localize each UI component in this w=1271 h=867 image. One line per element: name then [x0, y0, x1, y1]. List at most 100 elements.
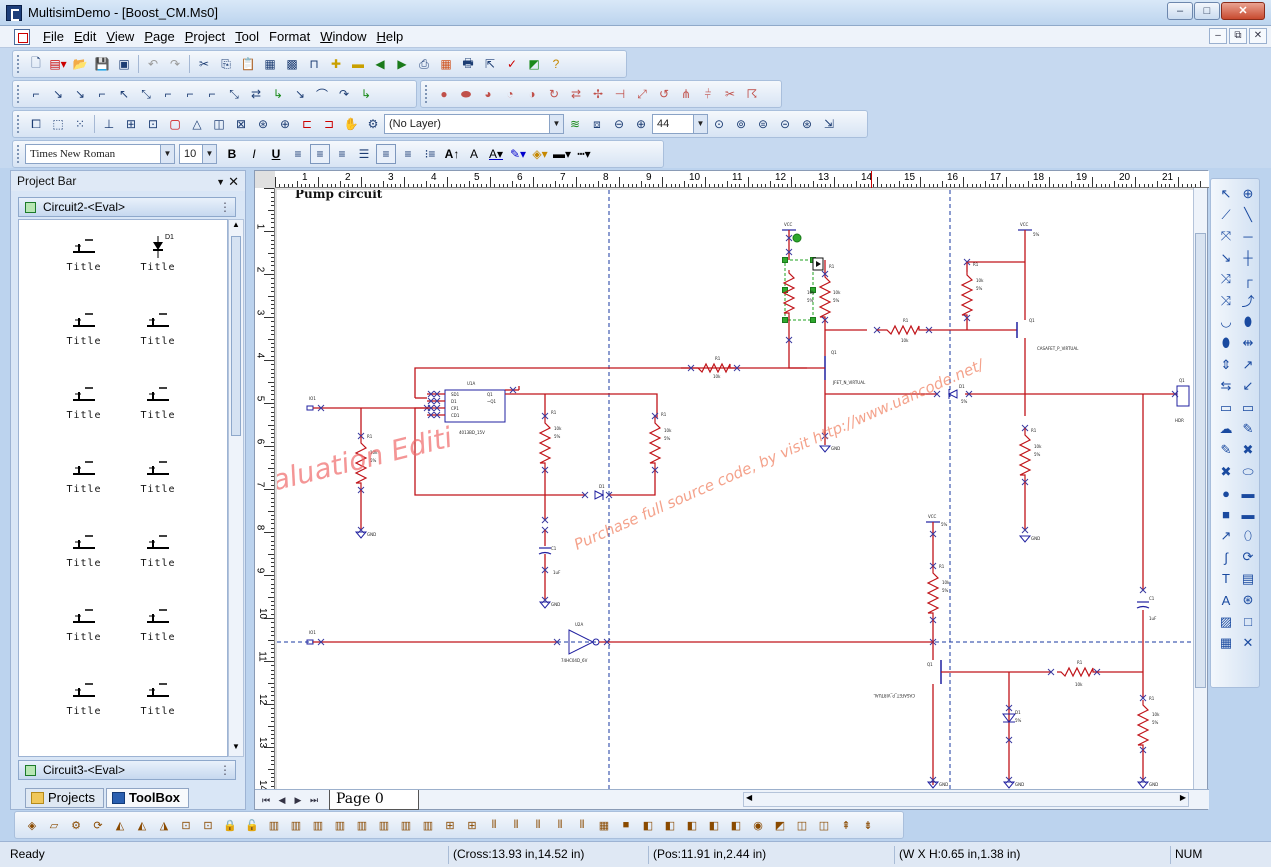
zoom-fit-icon[interactable]: ⊙: [709, 114, 729, 134]
wire-14-icon[interactable]: ↳: [356, 84, 376, 104]
palette-item[interactable]: Title: [49, 526, 119, 569]
zoom-area-icon[interactable]: ⊛: [797, 114, 817, 134]
shape-11-icon[interactable]: ↺: [654, 84, 674, 104]
font-color-icon[interactable]: A▾: [486, 144, 506, 164]
last-page-icon[interactable]: ⏭: [307, 793, 321, 807]
draw-tool-8-icon[interactable]: ┼: [1237, 247, 1259, 268]
font-grow-icon[interactable]: A↑: [442, 144, 462, 164]
snap-1-icon[interactable]: ⊥: [99, 114, 119, 134]
palette-item[interactable]: Title: [123, 674, 193, 717]
ruler-icon[interactable]: ⊓: [304, 54, 324, 74]
draw-tool-19-icon[interactable]: ⇆: [1215, 376, 1237, 397]
chart-icon[interactable]: ⧠: [26, 114, 46, 134]
page-tab[interactable]: Page 0: [329, 790, 419, 810]
draw-tool-33-icon[interactable]: ↗: [1215, 525, 1237, 546]
properties-icon[interactable]: ⚙: [363, 114, 383, 134]
arrange-tool-21-icon[interactable]: ⊞: [462, 816, 482, 834]
zoom-more-icon[interactable]: ⇲: [819, 114, 839, 134]
arrange-tool-18-icon[interactable]: ▥: [396, 816, 416, 834]
snap-4-icon[interactable]: ▢: [165, 114, 185, 134]
arrange-tool-11-icon[interactable]: 🔓: [242, 816, 262, 834]
palette-item[interactable]: Title: [49, 230, 119, 273]
new-icon[interactable]: 🗋: [26, 54, 46, 74]
draw-tool-12-icon[interactable]: ⤴: [1237, 290, 1259, 311]
zoom-height-icon[interactable]: ⊝: [775, 114, 795, 134]
menu-tool[interactable]: Tool: [230, 29, 264, 44]
arrange-tool-13-icon[interactable]: ▥: [286, 816, 306, 834]
draw-tool-22-icon[interactable]: ▭: [1237, 397, 1259, 418]
font-shrink-icon[interactable]: A: [464, 144, 484, 164]
align-left-icon[interactable]: ≡: [288, 144, 308, 164]
arrange-tool-2-icon[interactable]: ▱: [44, 816, 64, 834]
arrange-tool-34-icon[interactable]: ◉: [748, 816, 768, 834]
draw-tool-36-icon[interactable]: ⟳: [1237, 547, 1259, 568]
arrange-tool-1-icon[interactable]: ◈: [22, 816, 42, 834]
mdi-restore-button[interactable]: ⧉: [1229, 28, 1247, 44]
erc-icon[interactable]: ◩: [524, 54, 544, 74]
draw-tool-13-icon[interactable]: ◡: [1215, 311, 1237, 332]
draw-tool-2-icon[interactable]: ⊕: [1237, 183, 1259, 204]
snap-9-icon[interactable]: ⊕: [275, 114, 295, 134]
snap-11-icon[interactable]: ⊐: [319, 114, 339, 134]
wire-7-icon[interactable]: ⌐: [158, 84, 178, 104]
shape-6-icon[interactable]: ↻: [544, 84, 564, 104]
arrange-tool-35-icon[interactable]: ◩: [770, 816, 790, 834]
palette-item[interactable]: Title: [49, 452, 119, 495]
zoom-out-icon[interactable]: ⊖: [609, 114, 629, 134]
draw-tool-37-icon[interactable]: T: [1215, 568, 1237, 589]
shape-1-icon[interactable]: ●: [434, 84, 454, 104]
palette-item[interactable]: Title: [123, 526, 193, 569]
new-dropdown-icon[interactable]: ▤▾: [48, 54, 68, 74]
menu-help[interactable]: Help: [371, 29, 408, 44]
wire-6-icon[interactable]: ⤡: [136, 84, 156, 104]
snap-7-icon[interactable]: ⊠: [231, 114, 251, 134]
draw-tool-23-icon[interactable]: ☁: [1215, 418, 1237, 439]
snap-8-icon[interactable]: ⊛: [253, 114, 273, 134]
arrange-tool-5-icon[interactable]: ◭: [110, 816, 130, 834]
cut-icon[interactable]: ✂: [194, 54, 214, 74]
wire-12-icon[interactable]: ↳: [268, 84, 288, 104]
draw-tool-42-icon[interactable]: □: [1237, 611, 1259, 632]
wire-9-icon[interactable]: ⌐: [202, 84, 222, 104]
help-icon[interactable]: ?: [546, 54, 566, 74]
draw-tool-31-icon[interactable]: ■: [1215, 504, 1237, 525]
shape-3-icon[interactable]: ◕: [478, 84, 498, 104]
draw-tool-44-icon[interactable]: ✕: [1237, 632, 1259, 653]
arrange-tool-27-icon[interactable]: ▦: [594, 816, 614, 834]
palette-item[interactable]: Title: [49, 304, 119, 347]
draw-tool-43-icon[interactable]: ▦: [1215, 632, 1237, 653]
arrange-tool-39-icon[interactable]: ⇟: [858, 816, 878, 834]
arrange-tool-24-icon[interactable]: ⫴: [528, 816, 548, 834]
next-page-icon[interactable]: ▶: [291, 793, 305, 807]
draw-tool-30-icon[interactable]: ▬: [1237, 482, 1259, 503]
mdi-close-button[interactable]: ✕: [1249, 28, 1267, 44]
line-width-icon[interactable]: ▬▾: [552, 144, 572, 164]
zoom-width-icon[interactable]: ⊜: [753, 114, 773, 134]
print-preview-icon[interactable]: ⎙: [414, 54, 434, 74]
bold-button[interactable]: B: [222, 144, 242, 164]
draw-tool-25-icon[interactable]: ✎: [1215, 440, 1237, 461]
arrange-tool-30-icon[interactable]: ◧: [660, 816, 680, 834]
arrange-tool-31-icon[interactable]: ◧: [682, 816, 702, 834]
hand-icon[interactable]: ✋: [341, 114, 361, 134]
arrange-tool-37-icon[interactable]: ◫: [814, 816, 834, 834]
curve-icon[interactable]: ⌒: [312, 84, 332, 104]
arrange-tool-14-icon[interactable]: ▥: [308, 816, 328, 834]
snap-6-icon[interactable]: ◫: [209, 114, 229, 134]
snap-5-icon[interactable]: △: [187, 114, 207, 134]
line-style-icon[interactable]: ┅▾: [574, 144, 594, 164]
arrange-tool-9-icon[interactable]: ⊡: [198, 816, 218, 834]
arrange-tool-3-icon[interactable]: ⚙: [66, 816, 86, 834]
mdi-minimize-button[interactable]: –: [1209, 28, 1227, 44]
arrange-tool-7-icon[interactable]: ◮: [154, 816, 174, 834]
line-color-icon[interactable]: ✎▾: [508, 144, 528, 164]
export-icon[interactable]: ⇱: [480, 54, 500, 74]
zoom-in-plus-icon[interactable]: ✚: [326, 54, 346, 74]
menu-page[interactable]: Page: [139, 29, 179, 44]
arrange-tool-17-icon[interactable]: ▥: [374, 816, 394, 834]
copy-icon[interactable]: ⎘: [216, 54, 236, 74]
draw-tool-40-icon[interactable]: ⊛: [1237, 589, 1259, 610]
grid-icon[interactable]: ⁙: [70, 114, 90, 134]
draw-tool-14-icon[interactable]: ⬮: [1237, 311, 1259, 332]
minimize-button[interactable]: –: [1167, 2, 1193, 20]
